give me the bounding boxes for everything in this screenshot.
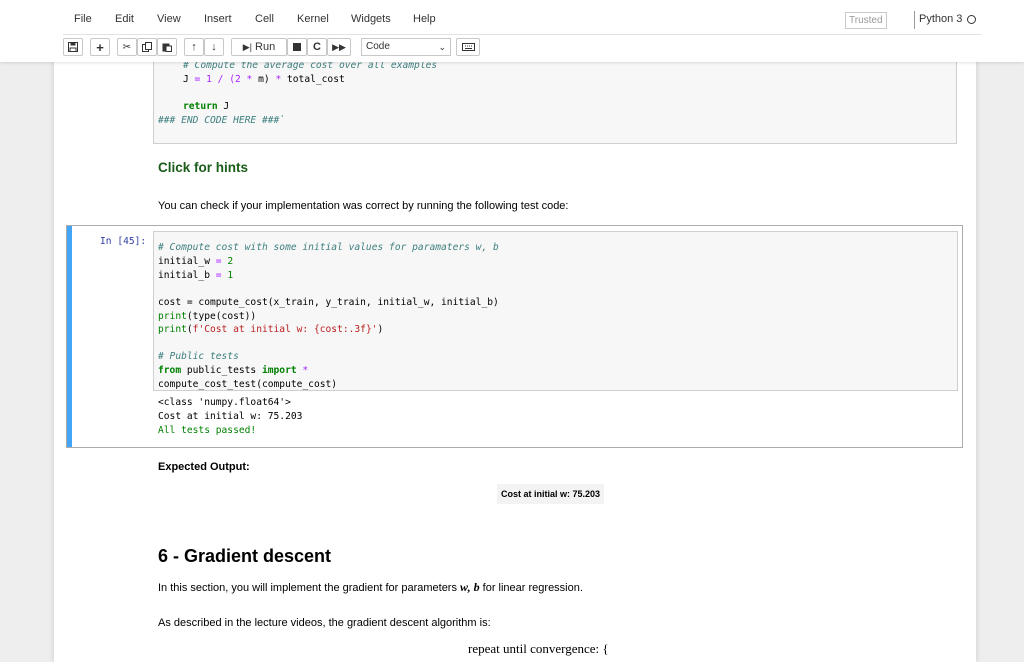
menu-widgets[interactable]: Widgets [351,13,391,25]
copy-button[interactable] [137,38,157,56]
code-line: cost = compute_cost(x_train, y_train, in… [158,297,499,308]
command-palette-button[interactable] [456,38,480,56]
menu-view[interactable]: View [157,13,181,25]
cell-type-select[interactable]: Code ⌄ [361,38,451,56]
code-editor[interactable]: # Compute cost with some initial values … [153,231,958,391]
menu-cell[interactable]: Cell [255,13,274,25]
cell-selection-bar [67,226,72,447]
cut-button[interactable]: ✂ [117,38,137,56]
run-icon: ▶| [242,41,253,52]
kernel-separator [914,11,915,29]
paste-icon [162,43,172,52]
expected-output-label: Expected Output: [158,461,250,473]
section-heading: 6 - Gradient descent [158,546,332,566]
paste-button[interactable] [157,38,177,56]
cell-output-line: <class 'numpy.float64'> [158,397,291,408]
menu-insert[interactable]: Insert [204,13,232,25]
code-line: initial_w = 2 [158,256,234,267]
code-comment: # Compute cost with some initial values … [158,242,499,253]
check-text: You can check if your implementation was… [158,200,569,212]
restart-icon: C [313,41,321,53]
code-line: initial_b = 1 [158,270,234,281]
notebook-header: File Edit View Insert Cell Kernel Widget… [0,0,1024,62]
cell-output-line: All tests passed! [158,425,257,436]
menu-kernel[interactable]: Kernel [297,13,329,25]
trusted-indicator[interactable]: Trusted [845,12,887,29]
code-comment: ### END CODE HERE ###` [158,115,286,126]
kernel-status-icon [967,15,976,24]
code-cell-45[interactable]: In [45]: # Compute cost with some initia… [66,225,963,448]
hints-link[interactable]: Click for hints [158,160,248,175]
stop-icon [293,43,301,51]
kernel-name[interactable]: Python 3 [919,13,962,25]
notebook-page: # Compute the average cost over all exam… [54,0,976,662]
cell-output-line: Cost at initial w: 75.203 [158,411,303,422]
code-line: print(type(cost)) [158,311,257,322]
chevron-down-icon: ⌄ [438,42,446,52]
code-line: compute_cost_test(compute_cost) [158,379,338,390]
toolbar: + ✂ ↑ ↓ ▶| Run C ▶▶ Code ⌄ [63,38,963,58]
plus-icon: + [96,39,104,55]
copy-icon [142,42,152,52]
code-line: return J [183,101,230,112]
cell-prompt: In [45]: [100,236,147,247]
menu-help[interactable]: Help [413,13,436,25]
menu-bar: File Edit View Insert Cell Kernel Widget… [63,8,981,35]
save-button[interactable] [63,38,83,56]
cut-icon: ✂ [122,41,132,53]
code-line: print(f'Cost at initial w: {cost:.3f}') [158,324,384,335]
lecture-text: As described in the lecture videos, the … [158,617,491,629]
expected-output-value: Cost at initial w: 75.203 [497,484,605,504]
run-label: Run [255,41,276,53]
move-up-button[interactable]: ↑ [184,38,204,56]
fast-forward-icon: ▶▶ [332,41,346,52]
menu-file[interactable]: File [74,13,92,25]
move-down-button[interactable]: ↓ [204,38,224,56]
keyboard-icon [461,43,475,51]
previous-code-cell[interactable]: # Compute the average cost over all exam… [153,50,957,144]
insert-cell-button[interactable]: + [90,38,110,56]
section-text: In this section, you will implement the … [158,580,583,594]
cell-type-value: Code [366,41,390,52]
code-line: from public_tests import * [158,365,309,376]
arrow-up-icon: ↑ [191,41,197,53]
interrupt-button[interactable] [287,38,307,56]
code-line: J = 1 / (2 * m) * total_cost [183,74,345,85]
run-button[interactable]: ▶| Run [231,38,287,56]
repeat-formula: repeat until convergence: { [468,641,609,656]
menu-edit[interactable]: Edit [115,13,134,25]
save-icon [68,42,78,52]
restart-run-all-button[interactable]: ▶▶ [327,38,351,56]
code-comment: # Public tests [158,351,239,362]
arrow-down-icon: ↓ [211,41,217,53]
math-params: w, b [460,580,480,594]
restart-button[interactable]: C [307,38,327,56]
